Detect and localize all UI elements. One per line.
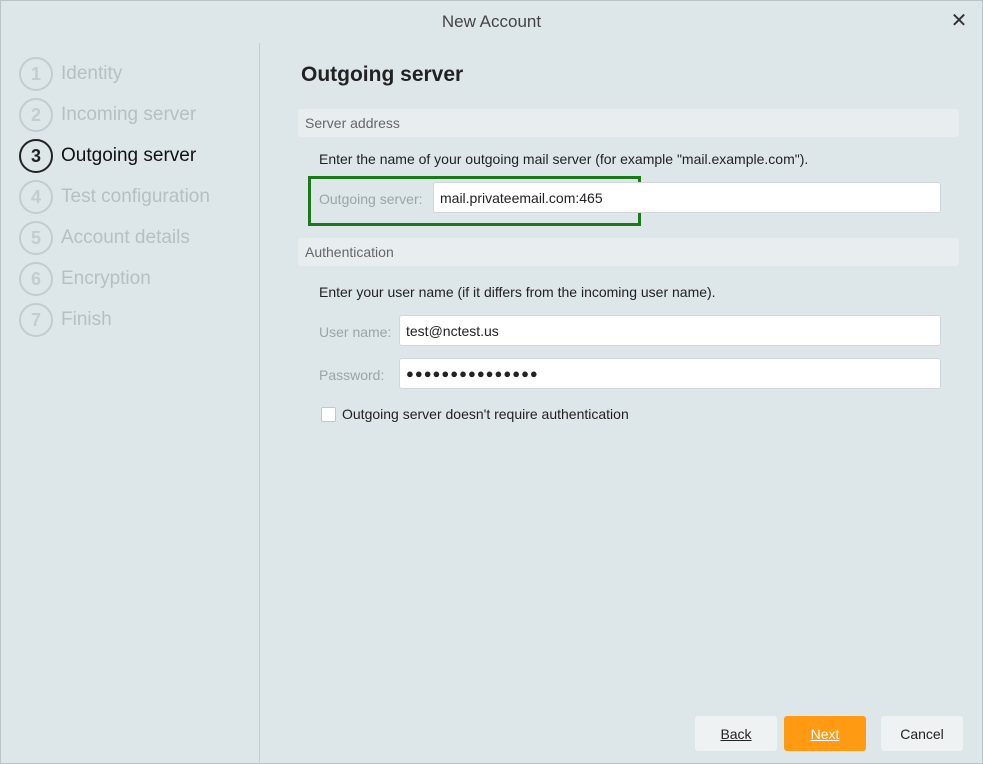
outgoing-server-input[interactable]: mail.privateemail.com:465 xyxy=(433,182,941,213)
step-label: Encryption xyxy=(61,268,151,289)
step-label: Identity xyxy=(61,63,123,84)
step-number: 5 xyxy=(19,221,53,255)
page-title: Outgoing server xyxy=(301,63,464,86)
step-label: Outgoing server xyxy=(61,145,197,166)
step-number: 4 xyxy=(19,180,53,214)
authentication-description: Enter your user name (if it differs from… xyxy=(319,284,716,300)
step-incoming-server: 2 Incoming server xyxy=(19,98,196,132)
cancel-button[interactable]: Cancel xyxy=(881,716,963,751)
back-button-label: Back xyxy=(720,725,752,742)
close-icon[interactable]: ✕ xyxy=(946,7,972,33)
step-label: Finish xyxy=(61,309,112,330)
main-content: Outgoing server Server address Enter the… xyxy=(261,43,982,764)
step-number: 6 xyxy=(19,262,53,296)
title-bar: New Account ✕ xyxy=(1,1,982,43)
next-button-label: Next xyxy=(810,725,840,742)
password-input[interactable]: ●●●●●●●●●●●●●●● xyxy=(399,358,941,389)
authentication-section-header: Authentication xyxy=(298,238,959,266)
back-button[interactable]: Back xyxy=(695,716,777,751)
step-number: 1 xyxy=(19,57,53,91)
password-label: Password: xyxy=(319,367,385,383)
server-address-description: Enter the name of your outgoing mail ser… xyxy=(319,151,809,167)
outgoing-server-label: Outgoing server: xyxy=(319,191,423,207)
next-button[interactable]: Next xyxy=(784,716,866,751)
no-auth-checkbox-row[interactable]: Outgoing server doesn't require authenti… xyxy=(321,406,629,422)
step-label: Incoming server xyxy=(61,104,197,125)
step-number: 3 xyxy=(19,139,53,173)
cancel-button-label: Cancel xyxy=(900,725,944,742)
username-label: User name: xyxy=(319,324,392,340)
new-account-dialog: New Account ✕ 1 Identity 2 Incoming serv… xyxy=(0,0,983,764)
steps-sidebar: 1 Identity 2 Incoming server 3 Outgoing … xyxy=(1,43,260,764)
username-input[interactable]: test@nctest.us xyxy=(399,315,941,346)
dialog-title: New Account xyxy=(441,12,542,31)
step-label: Test configuration xyxy=(61,186,210,207)
step-outgoing-server: 3 Outgoing server xyxy=(19,139,196,173)
step-number: 2 xyxy=(19,98,53,132)
step-account-details: 5 Account details xyxy=(19,221,190,255)
step-test-configuration: 4 Test configuration xyxy=(19,180,210,214)
step-finish: 7 Finish xyxy=(19,303,112,337)
step-encryption: 6 Encryption xyxy=(19,262,151,296)
no-auth-checkbox[interactable] xyxy=(321,406,336,422)
step-identity: 1 Identity xyxy=(19,57,122,91)
step-number: 7 xyxy=(19,303,53,337)
no-auth-checkbox-label[interactable]: Outgoing server doesn't require authenti… xyxy=(342,406,629,422)
step-label: Account details xyxy=(61,227,190,248)
server-address-section-header: Server address xyxy=(298,109,959,137)
